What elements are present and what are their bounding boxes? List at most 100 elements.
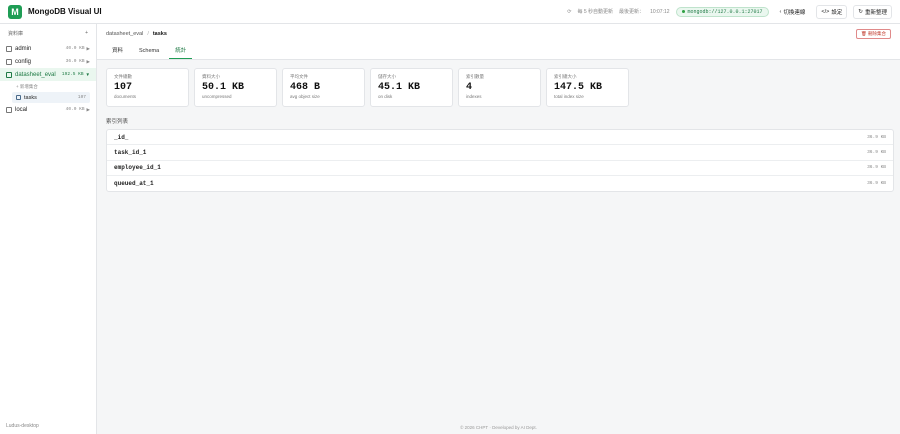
index-list-title: 索引列表 bbox=[106, 119, 129, 125]
drop-collection-label: 刪除集合 bbox=[868, 30, 886, 36]
stat-label: 索引數量 bbox=[466, 74, 484, 79]
sidebar-header: 資料庫 + bbox=[0, 24, 96, 42]
stat-label: 文件總數 bbox=[114, 74, 132, 79]
stat-sub: on disk bbox=[378, 94, 393, 99]
database-icon bbox=[6, 106, 12, 113]
index-row: employee_id_1 36.9 KB bbox=[107, 161, 893, 176]
chevron-left-icon: ‹ bbox=[779, 8, 782, 15]
stat-sub: total index size bbox=[554, 94, 584, 99]
index-name: _id_ bbox=[114, 133, 129, 141]
db-name: config bbox=[15, 58, 32, 65]
stat-sub: uncompressed bbox=[202, 94, 232, 99]
main-content: datasheet_eval / tasks 🗑 刪除集合 資料 Schema … bbox=[97, 24, 900, 434]
stat-card-index-count: 索引數量 4 indexes bbox=[458, 68, 541, 107]
stats-cards: 文件總數 107 documents 資料大小 50.1 KB uncompre… bbox=[106, 68, 629, 107]
stat-card-index-size: 索引總大小 147.5 KB total index size bbox=[546, 68, 629, 107]
host-name: Ludus-desktop bbox=[6, 423, 39, 429]
sidebar-title: 資料庫 bbox=[8, 30, 24, 37]
stat-label: 儲存大小 bbox=[378, 74, 396, 79]
stat-card-documents: 文件總數 107 documents bbox=[106, 68, 189, 107]
collection-count: 107 bbox=[77, 95, 86, 100]
last-update-time: 10:07:12 bbox=[650, 8, 670, 15]
tab-stats[interactable]: 統計 bbox=[169, 46, 193, 59]
index-size: 36.9 KB bbox=[867, 134, 886, 140]
db-name: local bbox=[15, 106, 28, 113]
index-size: 36.9 KB bbox=[867, 149, 886, 155]
tab-bar: 資料 Schema 統計 bbox=[97, 43, 900, 60]
stat-card-avg-size: 平均文件 468 B avg object size bbox=[282, 68, 365, 107]
stat-label: 索引總大小 bbox=[554, 74, 577, 79]
add-database-icon[interactable]: + bbox=[85, 30, 88, 36]
connected-dot-icon bbox=[681, 10, 685, 13]
switch-connection-button[interactable]: ‹ 切換連線 bbox=[774, 4, 811, 19]
stat-sub: documents bbox=[114, 94, 137, 99]
index-name: employee_id_1 bbox=[114, 164, 161, 172]
chevron-right-icon: ▶ bbox=[86, 45, 90, 51]
index-size: 36.9 KB bbox=[867, 165, 886, 171]
breadcrumb-separator-icon: / bbox=[147, 30, 149, 37]
settings-button[interactable]: </> 設定 bbox=[816, 4, 848, 19]
collection-icon bbox=[16, 95, 21, 100]
tab-schema[interactable]: Schema bbox=[133, 48, 165, 59]
sidebar-item-datasheet-eval[interactable]: datasheet_eval 192.5 KB ▼ bbox=[0, 68, 96, 81]
trash-icon: 🗑 bbox=[861, 30, 867, 36]
refresh-icon: ↻ bbox=[858, 8, 863, 15]
database-icon bbox=[6, 45, 12, 52]
sidebar-item-config[interactable]: config 36.0 KB ▶ bbox=[0, 55, 96, 68]
stat-sub: indexes bbox=[466, 94, 482, 99]
stat-label: 資料大小 bbox=[202, 74, 220, 79]
stat-value: 50.1 KB bbox=[202, 82, 245, 93]
stat-value: 147.5 KB bbox=[554, 82, 603, 93]
chevron-right-icon: ▶ bbox=[86, 58, 90, 64]
database-icon bbox=[6, 58, 12, 65]
top-bar: M MongoDB Visual UI ⟳ 每 5 秒自動更新 最後更新： 10… bbox=[0, 0, 900, 24]
breadcrumb-db[interactable]: datasheet_eval bbox=[106, 31, 143, 37]
chevron-down-icon: ▼ bbox=[85, 72, 90, 77]
drop-collection-button[interactable]: 🗑 刪除集合 bbox=[856, 28, 891, 39]
stat-value: 107 bbox=[114, 82, 133, 93]
switch-connection-label: 切換連線 bbox=[783, 9, 806, 16]
sidebar-item-local[interactable]: local 40.0 KB ▶ bbox=[0, 103, 96, 116]
db-size: 36.0 KB bbox=[65, 59, 85, 64]
app-title: MongoDB Visual UI bbox=[28, 7, 102, 16]
refresh-button[interactable]: ↻ 重新整理 bbox=[853, 4, 892, 19]
stat-card-storage-size: 儲存大小 45.1 KB on disk bbox=[370, 68, 453, 107]
top-right-controls: ⟳ 每 5 秒自動更新 最後更新： 10:07:12 mongodb://127… bbox=[567, 4, 892, 19]
index-name: task_id_1 bbox=[114, 148, 147, 156]
code-icon: </> bbox=[821, 8, 830, 15]
stat-value: 45.1 KB bbox=[378, 82, 421, 93]
auto-refresh-status: 每 5 秒自動更新 bbox=[577, 9, 614, 15]
index-name: queued_at_1 bbox=[114, 180, 154, 188]
sidebar-collection-tasks[interactable]: tasks 107 bbox=[12, 92, 90, 103]
collection-name: tasks bbox=[24, 94, 37, 101]
db-name: admin bbox=[15, 45, 32, 52]
breadcrumb-collection: tasks bbox=[152, 30, 167, 37]
connection-badge: mongodb://127.0.0.1:27017 bbox=[675, 6, 769, 17]
index-list: _id_ 36.9 KB task_id_1 36.9 KB employee_… bbox=[106, 129, 894, 193]
index-size: 36.9 KB bbox=[867, 181, 886, 187]
db-name: datasheet_eval bbox=[15, 71, 56, 78]
stat-label: 平均文件 bbox=[290, 74, 308, 79]
app-logo: M bbox=[8, 4, 22, 19]
connection-string: mongodb://127.0.0.1:27017 bbox=[687, 8, 763, 15]
index-row: _id_ 36.9 KB bbox=[107, 130, 893, 146]
breadcrumb: datasheet_eval / tasks 🗑 刪除集合 bbox=[97, 24, 900, 43]
db-size: 40.0 KB bbox=[65, 107, 85, 112]
sidebar-item-admin[interactable]: admin 40.0 KB ▶ bbox=[0, 42, 96, 55]
refresh-status-icon: ⟳ bbox=[567, 8, 572, 15]
stat-value: 4 bbox=[466, 82, 473, 93]
tab-data[interactable]: 資料 bbox=[106, 46, 129, 59]
last-update-label: 最後更新： bbox=[619, 9, 645, 15]
sidebar: 資料庫 + admin 40.0 KB ▶ config 36.0 KB ▶ d… bbox=[0, 24, 97, 434]
stat-card-data-size: 資料大小 50.1 KB uncompressed bbox=[194, 68, 277, 107]
settings-label: 設定 bbox=[831, 9, 843, 16]
index-row: queued_at_1 36.9 KB bbox=[107, 176, 893, 191]
db-size: 40.0 KB bbox=[65, 46, 85, 51]
database-icon bbox=[6, 71, 12, 78]
new-collection-link[interactable]: + 新增集合 bbox=[0, 81, 96, 92]
refresh-label: 重新整理 bbox=[864, 9, 887, 16]
db-size: 192.5 KB bbox=[61, 72, 84, 77]
chevron-right-icon: ▶ bbox=[86, 106, 90, 112]
stat-sub: avg object size bbox=[290, 94, 320, 99]
page-footer: © 2026 CHPT · Developed by AI Dept. bbox=[460, 425, 537, 430]
